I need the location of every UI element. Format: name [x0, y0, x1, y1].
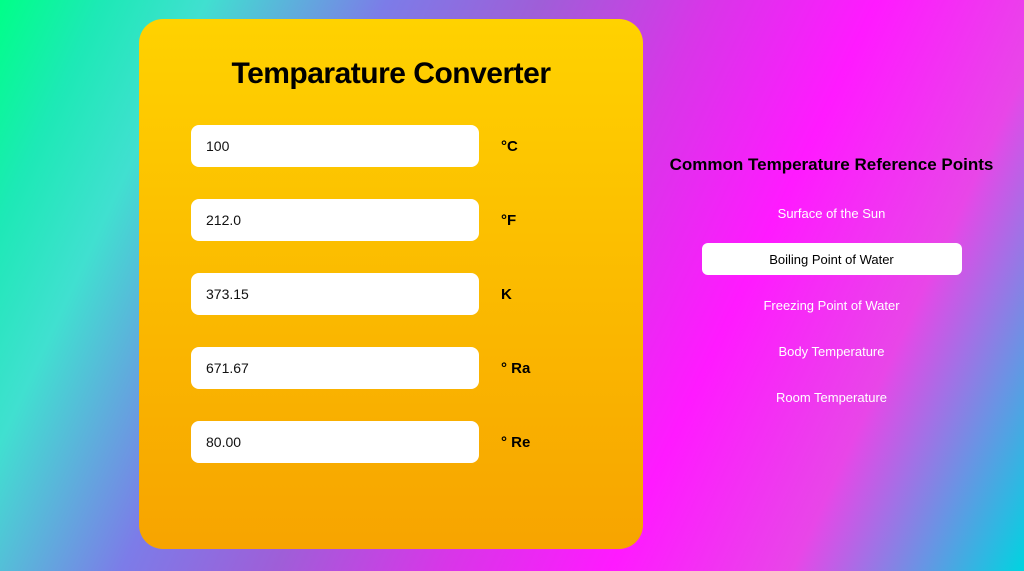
reference-title: Common Temperature Reference Points	[670, 155, 994, 175]
input-row-celsius: °C	[191, 125, 591, 167]
input-row-fahrenheit: °F	[191, 199, 591, 241]
celsius-input[interactable]	[191, 125, 479, 167]
unit-fahrenheit: °F	[501, 212, 516, 229]
converter-title: Temparature Converter	[231, 57, 550, 91]
reference-panel: Common Temperature Reference Points Surf…	[639, 0, 1024, 571]
input-row-kelvin: K	[191, 273, 591, 315]
ref-body-temp[interactable]: Body Temperature	[702, 335, 962, 367]
input-row-rankine: ° Ra	[191, 347, 591, 389]
ref-freezing-water[interactable]: Freezing Point of Water	[702, 289, 962, 321]
unit-reaumur: ° Re	[501, 434, 530, 451]
unit-kelvin: K	[501, 286, 512, 303]
main-container: Temparature Converter °C °F K ° Ra ° Re …	[0, 0, 1024, 571]
unit-rankine: ° Ra	[501, 360, 530, 377]
reaumur-input[interactable]	[191, 421, 479, 463]
ref-room-temp[interactable]: Room Temperature	[702, 381, 962, 413]
ref-boiling-water[interactable]: Boiling Point of Water	[702, 243, 962, 275]
rankine-input[interactable]	[191, 347, 479, 389]
ref-surface-sun[interactable]: Surface of the Sun	[702, 197, 962, 229]
converter-card: Temparature Converter °C °F K ° Ra ° Re	[139, 19, 643, 549]
unit-celsius: °C	[501, 138, 518, 155]
fahrenheit-input[interactable]	[191, 199, 479, 241]
kelvin-input[interactable]	[191, 273, 479, 315]
input-row-reaumur: ° Re	[191, 421, 591, 463]
